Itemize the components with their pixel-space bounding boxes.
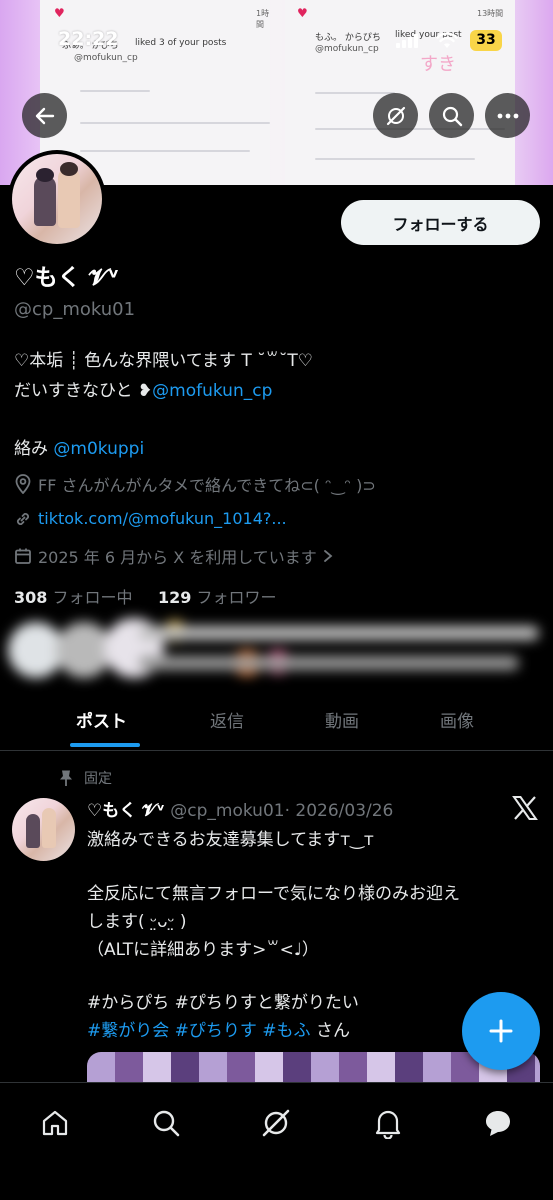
follow-button[interactable]: フォローする — [341, 200, 540, 245]
nav-grok[interactable] — [256, 1103, 296, 1143]
post-text-line: （ALTに詳細あります>꒳<♩） — [87, 940, 319, 960]
profile-name: ♡もく 𝓥ᵛ — [14, 265, 120, 291]
grok-icon — [262, 1109, 290, 1137]
status-bar: 22:22 33 — [0, 28, 553, 56]
mention-link-mofukun[interactable]: @mofukun_cp — [152, 381, 272, 401]
compose-post-button[interactable] — [462, 992, 540, 1070]
bottom-navigation — [0, 1082, 553, 1200]
active-tab-indicator — [70, 743, 140, 747]
tab-posts[interactable]: ポスト — [76, 707, 127, 732]
more-horizontal-icon — [497, 113, 518, 118]
post-hashtags-line-2[interactable]: #繋がり会 #ぴちりす #もふ さん — [87, 1016, 350, 1041]
profile-avatar[interactable] — [8, 150, 106, 248]
post-author-handle[interactable]: @cp_moku01 — [170, 801, 284, 821]
post-text-line: します( ᵕ̤ᴗᵕ̤ ) — [87, 912, 187, 932]
heart-icon: ♥ — [54, 6, 65, 20]
link-icon — [17, 512, 29, 525]
more-button[interactable] — [485, 93, 530, 138]
banner-line — [80, 90, 150, 92]
bio-line-2: だいすきなひと ❥@mofukun_cp — [14, 376, 272, 401]
post-hashtags[interactable]: #繋がり会 #ぴちりす #もふ — [87, 1021, 311, 1041]
banner-left-time: 1時間 — [256, 9, 270, 29]
joined-text: 2025 年 6 月から X を利用しています — [38, 548, 317, 567]
nav-notifications[interactable] — [368, 1103, 408, 1143]
grok-icon — [386, 106, 405, 125]
tab-images[interactable]: 画像 — [440, 707, 474, 732]
back-button[interactable] — [22, 93, 67, 138]
post-author-avatar[interactable] — [12, 798, 75, 861]
nav-search[interactable] — [146, 1103, 186, 1143]
pinned-label: 固定 — [84, 771, 112, 787]
post-hashtags-suffix: さん — [310, 1021, 350, 1041]
location-text: FF さんがんがんタメで絡んできてね⊂( ᵔ‿ᵔ )⊃ — [38, 476, 376, 495]
chat-bubble-icon — [486, 1111, 510, 1136]
post-header: ♡もく 𝓥ᵛ @cp_moku01· 2026/03/26 — [87, 796, 393, 821]
banner-line — [315, 158, 475, 160]
banner-line — [315, 92, 395, 94]
following-stat[interactable]: 308 フォロー中 — [14, 588, 133, 607]
cellular-signal-icon — [396, 34, 418, 48]
home-icon — [42, 1110, 68, 1136]
search-icon — [442, 106, 462, 126]
bio-line-3-text: 絡み — [14, 439, 54, 459]
followers-stat[interactable]: 129 フォロワー — [158, 588, 277, 607]
nav-messages[interactable] — [478, 1103, 518, 1143]
followers-you-know-blurred[interactable] — [4, 614, 549, 686]
following-count: 308 — [14, 588, 48, 607]
chevron-right-icon[interactable] — [323, 549, 333, 563]
wifi-icon — [436, 32, 458, 48]
profile-joined: 2025 年 6 月から X を利用しています — [14, 544, 333, 568]
follow-counts: 308 フォロー中 129 フォロワー — [14, 584, 276, 608]
mention-link-m0kuppi[interactable]: @m0kuppi — [53, 439, 144, 459]
followers-count: 129 — [157, 588, 192, 607]
post-date: · 2026/03/26 — [284, 801, 394, 821]
plus-icon — [489, 1019, 513, 1043]
profile-handle: @cp_moku01 — [14, 299, 136, 320]
profile-website[interactable]: tiktok.com/@mofukun_1014?... — [14, 509, 287, 528]
nav-home[interactable] — [35, 1103, 75, 1143]
bio-line-2-text: だいすきなひと ❥ — [14, 381, 153, 401]
pin-icon — [60, 770, 72, 786]
heart-icon: ♥ — [297, 6, 308, 20]
profile-location: FF さんがんがんタメで絡んできてね⊂( ᵔ‿ᵔ )⊃ — [14, 472, 376, 496]
banner-line — [80, 150, 250, 152]
post-text-line: 全反応にて無言フォローで気になり様のみお迎え — [87, 884, 460, 904]
avatar-image — [12, 154, 102, 244]
banner-right-time: 13時間 — [477, 9, 504, 18]
followers-label: フォロワー — [196, 588, 277, 607]
arrow-left-icon — [35, 107, 54, 124]
battery-indicator: 33 — [470, 30, 502, 51]
x-logo-icon — [512, 796, 538, 820]
post-author-name[interactable]: ♡もく 𝓥ᵛ — [87, 801, 165, 821]
bio-line-1: ♡本垢 ┊ 色んな界隈いてます T ˘꒳˘T♡ — [14, 351, 314, 371]
search-button[interactable] — [429, 93, 474, 138]
pinned-indicator: 固定 — [58, 768, 112, 788]
location-pin-icon — [15, 474, 31, 494]
following-label: フォロー中 — [52, 588, 133, 607]
grok-button[interactable] — [373, 93, 418, 138]
bio-line-3: 絡み @m0kuppi — [14, 434, 144, 459]
profile-tabs: ポスト 返信 動画 画像 — [0, 697, 553, 751]
search-icon — [153, 1110, 180, 1137]
tab-replies[interactable]: 返信 — [210, 707, 244, 732]
post-text-line: 激絡みできるお友達募集してますт‿т — [87, 830, 374, 850]
bell-icon — [375, 1110, 401, 1139]
calendar-icon — [15, 548, 31, 564]
tab-videos[interactable]: 動画 — [325, 707, 359, 732]
banner-line — [80, 122, 270, 124]
website-link[interactable]: tiktok.com/@mofukun_1014?... — [38, 509, 287, 528]
status-time: 22:22 — [58, 28, 119, 50]
post-hashtags-line[interactable]: #からぴち #ぴちりすと繋がりたい — [87, 988, 359, 1013]
